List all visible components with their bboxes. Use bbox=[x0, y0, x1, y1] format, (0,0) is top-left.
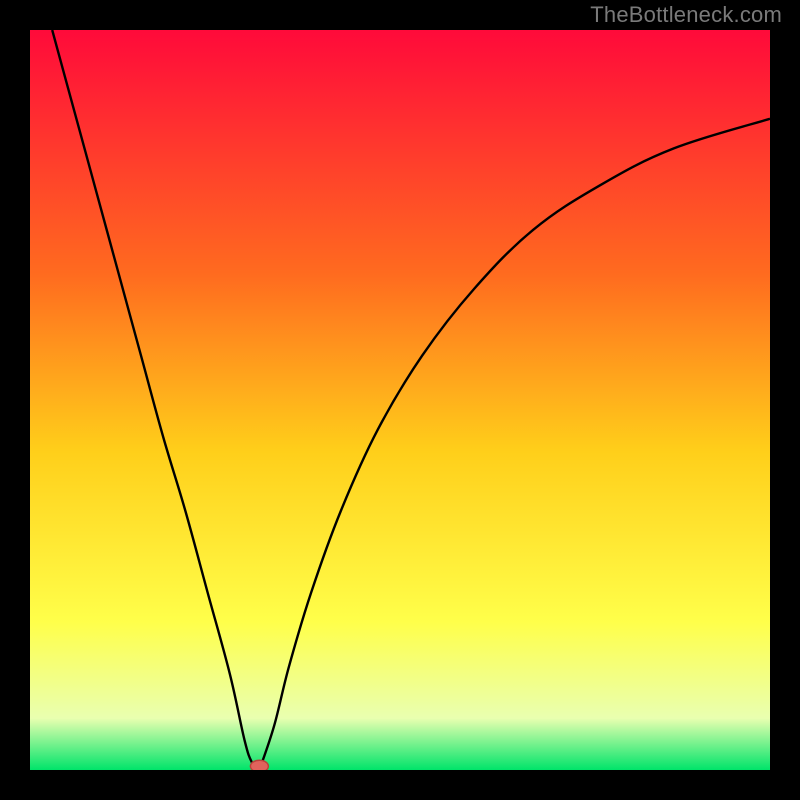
minimum-marker bbox=[250, 760, 268, 770]
chart-frame: TheBottleneck.com bbox=[0, 0, 800, 800]
plot-area bbox=[30, 30, 770, 770]
gradient-background bbox=[30, 30, 770, 770]
bottleneck-chart bbox=[30, 30, 770, 770]
watermark-text: TheBottleneck.com bbox=[590, 2, 782, 28]
